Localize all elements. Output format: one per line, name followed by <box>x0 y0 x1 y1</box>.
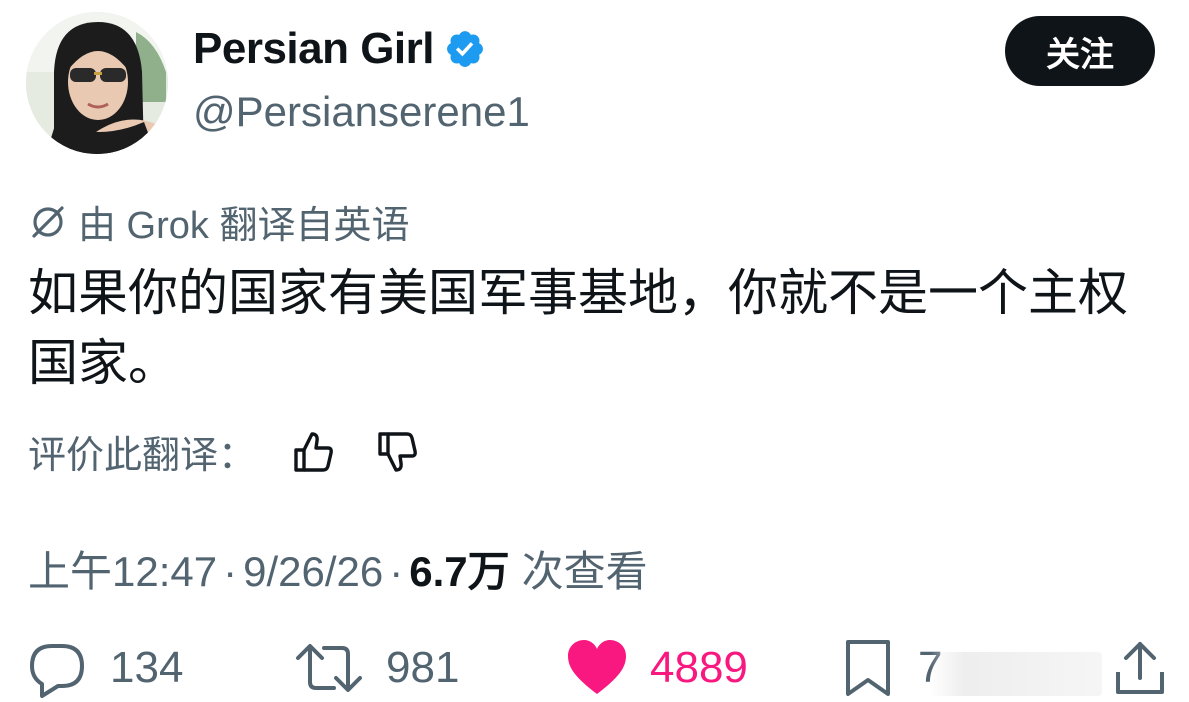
retweet-count: 981 <box>386 643 460 692</box>
avatar[interactable] <box>26 12 168 154</box>
action-bar: 134 981 4889 7 <box>0 632 1189 702</box>
display-name-text: Persian Girl <box>193 24 435 73</box>
user-handle[interactable]: @Persianserene1 <box>193 88 530 136</box>
grok-icon <box>32 205 64 238</box>
reply-count: 134 <box>110 643 184 692</box>
translation-label: 由 Grok 翻译自英语 <box>78 205 410 247</box>
reply-button[interactable]: 134 <box>28 638 183 698</box>
views-count[interactable]: 6.7万 <box>409 538 509 599</box>
tweet-date[interactable]: 9/26/26 <box>243 548 383 596</box>
tweet-time[interactable]: 上午12:47 <box>28 538 217 599</box>
views-label: 次查看 <box>521 548 648 595</box>
meta-separator: · <box>389 548 404 595</box>
tweet-detail: Persian Girl @Persianserene1 关注 由 Grok 翻… <box>0 0 1189 702</box>
bookmark-button[interactable]: 7 <box>840 638 942 698</box>
share-button[interactable] <box>1112 638 1168 698</box>
translation-note: 由 Grok 翻译自英语 <box>28 194 409 249</box>
share-icon <box>1116 642 1164 694</box>
rate-translation-label: 评价此翻译： <box>28 435 257 477</box>
heart-icon <box>568 640 626 694</box>
retweet-icon <box>296 644 362 692</box>
tweet-meta: 上午12:47 · 9/26/26 · 6.7万 次查看 <box>28 538 648 599</box>
blur-overlay <box>930 652 1102 696</box>
tweet-text: 如果你的国家有美国军事基地，你就不是一个主权国家。 <box>28 265 1128 391</box>
reply-icon <box>30 644 84 698</box>
like-button[interactable]: 4889 <box>566 638 748 698</box>
profile-photo <box>26 12 168 154</box>
follow-button[interactable]: 关注 <box>1005 16 1155 86</box>
display-name[interactable]: Persian Girl <box>193 24 486 74</box>
thumbs-down-icon[interactable] <box>374 428 422 476</box>
retweet-button[interactable]: 981 <box>294 638 459 698</box>
meta-separator: · <box>223 548 238 595</box>
bookmark-icon <box>846 640 890 696</box>
like-count: 4889 <box>650 643 748 692</box>
verified-badge-icon <box>447 31 483 67</box>
rate-translation: 评价此翻译： <box>28 424 422 479</box>
thumbs-up-icon[interactable] <box>290 428 338 476</box>
